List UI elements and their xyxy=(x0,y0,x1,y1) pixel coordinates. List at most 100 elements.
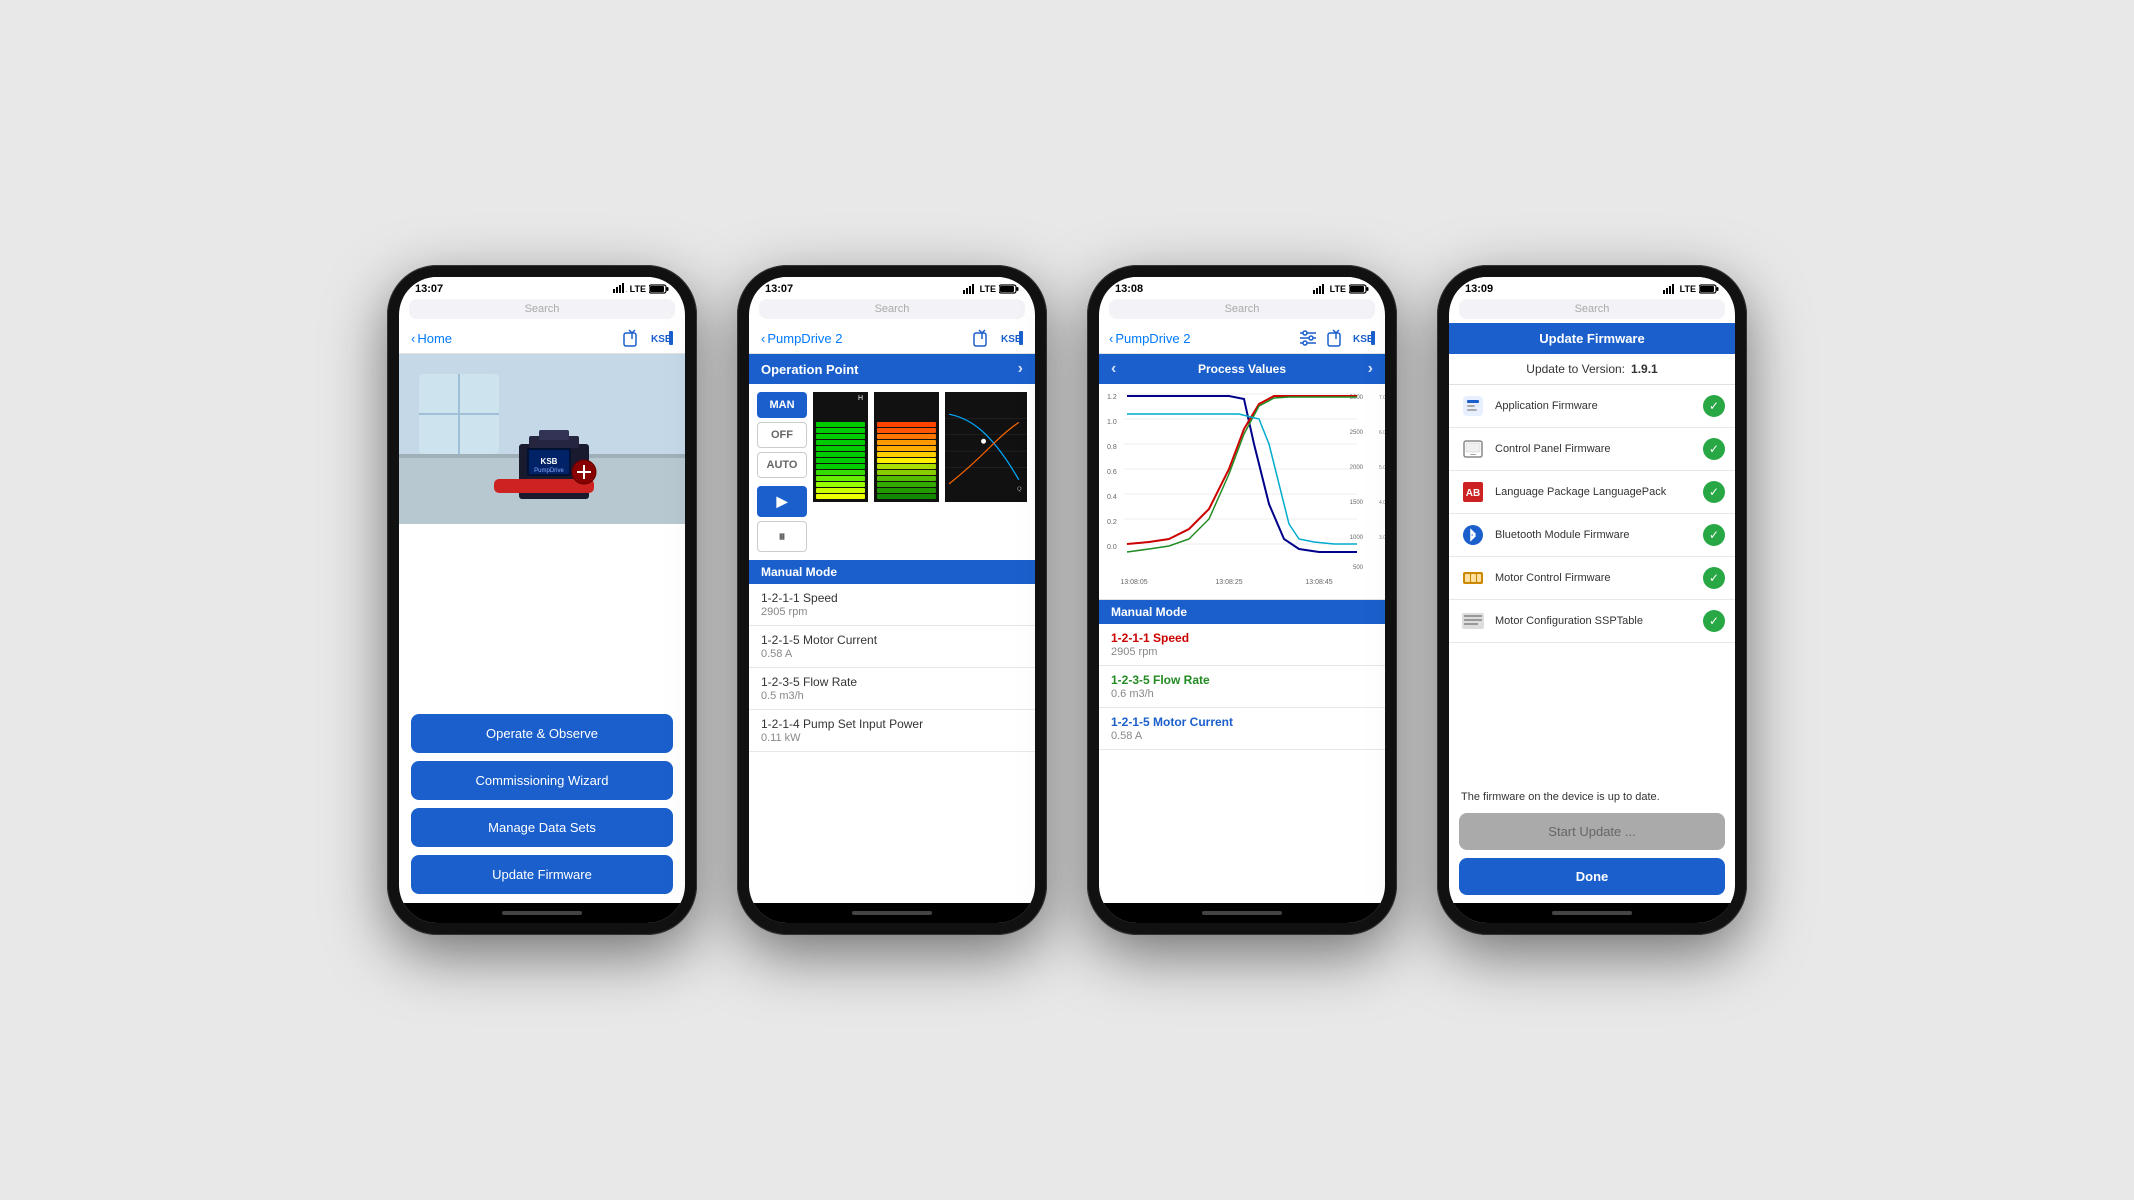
time-1: 13:07 xyxy=(415,283,443,295)
phone-2: 13:07 LTE Search ‹ PumpDrive 2 xyxy=(737,265,1047,935)
status-icons-1: ▲ LTE xyxy=(613,283,669,295)
man-button[interactable]: MAN xyxy=(757,392,807,418)
fw-item-app-label: Application Firmware xyxy=(1495,400,1695,412)
done-button[interactable]: Done xyxy=(1459,858,1725,895)
svg-text:2500: 2500 xyxy=(1350,430,1364,436)
firmware-header: Update Firmware xyxy=(1449,323,1735,354)
process-chart: 1.2 1.0 0.8 0.6 0.4 0.2 0.0 3000 2500 20… xyxy=(1099,384,1385,600)
manual-mode-bar-3: Manual Mode xyxy=(1099,600,1385,624)
hero-image-1: KSB PumpDrive xyxy=(399,354,685,524)
fw-item-bt: Bluetooth Module Firmware ✓ xyxy=(1449,514,1735,557)
search-bar-4[interactable]: Search xyxy=(1459,299,1725,319)
back-button-3[interactable]: ‹ PumpDrive 2 xyxy=(1109,331,1190,346)
svg-text:0.0: 0.0 xyxy=(1107,544,1117,551)
share-icon-2[interactable] xyxy=(971,327,993,349)
version-label: Update to Version: xyxy=(1526,362,1625,376)
auto-button[interactable]: AUTO xyxy=(757,452,807,478)
fw-check-motorconfig: ✓ xyxy=(1703,610,1725,632)
motor-config-icon xyxy=(1459,607,1487,635)
bluetooth-icon xyxy=(1459,521,1487,549)
status-bar-3: 13:08 LTE xyxy=(1099,277,1385,297)
fw-item-lang: AB Language Package LanguagePack ✓ xyxy=(1449,471,1735,514)
nav-icons-2: KSB xyxy=(971,327,1023,349)
commissioning-wizard-button[interactable]: Commissioning Wizard xyxy=(411,761,673,800)
back-label-2: PumpDrive 2 xyxy=(767,331,842,346)
color-meter xyxy=(874,392,939,502)
svg-text:1000: 1000 xyxy=(1350,535,1364,541)
version-value: 1.9.1 xyxy=(1631,362,1658,376)
play-button[interactable]: ▶ xyxy=(757,486,807,517)
search-bar-3[interactable]: Search xyxy=(1109,299,1375,319)
pause-button[interactable]: ⏸ xyxy=(757,521,807,552)
param-speed-2: 1-2-1-1 Speed 2905 rpm xyxy=(749,584,1035,626)
off-button[interactable]: OFF xyxy=(757,422,807,448)
svg-text:500: 500 xyxy=(1353,565,1364,571)
param-list-3: 1-2-1-1 Speed 2905 rpm 1-2-3-5 Flow Rate… xyxy=(1099,624,1385,903)
firmware-version-row: Update to Version: 1.9.1 xyxy=(1449,354,1735,385)
battery-icon-1 xyxy=(649,284,669,294)
svg-text:0.2: 0.2 xyxy=(1107,519,1117,526)
search-bar-2[interactable]: Search xyxy=(759,299,1025,319)
status-bar-2: 13:07 LTE xyxy=(749,277,1035,297)
home-indicator-2 xyxy=(749,903,1035,923)
language-pkg-icon: AB xyxy=(1459,478,1487,506)
motor-ctrl-icon xyxy=(1459,564,1487,592)
svg-text:Q: Q xyxy=(1017,486,1022,492)
next-chevron[interactable]: › xyxy=(1368,360,1373,378)
nav-bar-1: ‹ Home KSB xyxy=(399,323,685,354)
operate-observe-button[interactable]: Operate & Observe xyxy=(411,714,673,753)
chevron-left-icon-1: ‹ xyxy=(411,331,415,346)
fw-item-panel-label: Control Panel Firmware xyxy=(1495,443,1695,455)
start-update-button[interactable]: Start Update ... xyxy=(1459,813,1725,850)
operation-point-header: Operation Point › xyxy=(749,354,1035,384)
nav-bar-2: ‹ PumpDrive 2 KSB xyxy=(749,323,1035,354)
kss-icon-1[interactable]: KSB xyxy=(651,327,673,349)
nav-icons-1: KSB xyxy=(621,327,673,349)
back-button-2[interactable]: ‹ PumpDrive 2 xyxy=(761,331,842,346)
param-power-2: 1-2-1-4 Pump Set Input Power 0.11 kW xyxy=(749,710,1035,752)
phone-1: 13:07 ▲ LTE Search ‹ Home xyxy=(387,265,697,935)
firmware-items: Application Firmware ✓ Control Panel Fir… xyxy=(1449,385,1735,785)
svg-text:13:08:45: 13:08:45 xyxy=(1305,579,1332,586)
status-bar-1: 13:07 ▲ LTE xyxy=(399,277,685,297)
chevron-left-icon-3: ‹ xyxy=(1109,331,1113,346)
param-current-2: 1-2-1-5 Motor Current 0.58 A xyxy=(749,626,1035,668)
fw-item-panel: Control Panel Firmware ✓ xyxy=(1449,428,1735,471)
back-button-1[interactable]: ‹ Home xyxy=(411,331,452,346)
chevron-left-icon-2: ‹ xyxy=(761,331,765,346)
share-icon-3[interactable] xyxy=(1325,327,1347,349)
svg-text:1.2: 1.2 xyxy=(1107,394,1117,401)
prev-chevron[interactable]: ‹ xyxy=(1111,360,1116,378)
operation-chevron-right[interactable]: › xyxy=(1018,360,1023,378)
manage-data-sets-button[interactable]: Manage Data Sets xyxy=(411,808,673,847)
share-icon-1[interactable] xyxy=(621,327,643,349)
time-4: 13:09 xyxy=(1465,283,1493,295)
operation-panel: MAN OFF AUTO ▶ ⏸ H xyxy=(749,384,1035,560)
time-3: 13:08 xyxy=(1115,283,1143,295)
kss-icon-3[interactable]: KSB xyxy=(1353,327,1375,349)
search-bar-1[interactable]: Search xyxy=(409,299,675,319)
svg-text:KSB: KSB xyxy=(1353,334,1374,345)
svg-text:4.0: 4.0 xyxy=(1379,500,1385,506)
signal-icon-3 xyxy=(1313,284,1327,294)
time-2: 13:07 xyxy=(765,283,793,295)
fw-item-bt-label: Bluetooth Module Firmware xyxy=(1495,529,1695,541)
svg-text:AB: AB xyxy=(1466,488,1480,499)
kss-icon-2[interactable]: KSB xyxy=(1001,327,1023,349)
operation-point-label: Operation Point xyxy=(761,362,859,377)
update-firmware-button[interactable]: Update Firmware xyxy=(411,855,673,894)
fw-item-motor-label: Motor Control Firmware xyxy=(1495,572,1695,584)
button-group-1: Operate & Observe Commissioning Wizard M… xyxy=(399,706,685,904)
level-meter: H xyxy=(813,392,868,502)
status-icons-4: LTE xyxy=(1663,284,1719,294)
signal-icon-4 xyxy=(1663,284,1677,294)
svg-text:PumpDrive: PumpDrive xyxy=(534,468,564,474)
process-chart-svg: 1.2 1.0 0.8 0.6 0.4 0.2 0.0 3000 2500 20… xyxy=(1099,384,1385,594)
fw-item-app: Application Firmware ✓ xyxy=(1449,385,1735,428)
manual-mode-bar-2: Manual Mode xyxy=(749,560,1035,584)
fw-check-app: ✓ xyxy=(1703,395,1725,417)
status-bar-4: 13:09 LTE xyxy=(1449,277,1735,297)
sliders-icon[interactable] xyxy=(1297,327,1319,349)
svg-text:0.8: 0.8 xyxy=(1107,444,1117,451)
svg-text:0.6: 0.6 xyxy=(1107,469,1117,476)
